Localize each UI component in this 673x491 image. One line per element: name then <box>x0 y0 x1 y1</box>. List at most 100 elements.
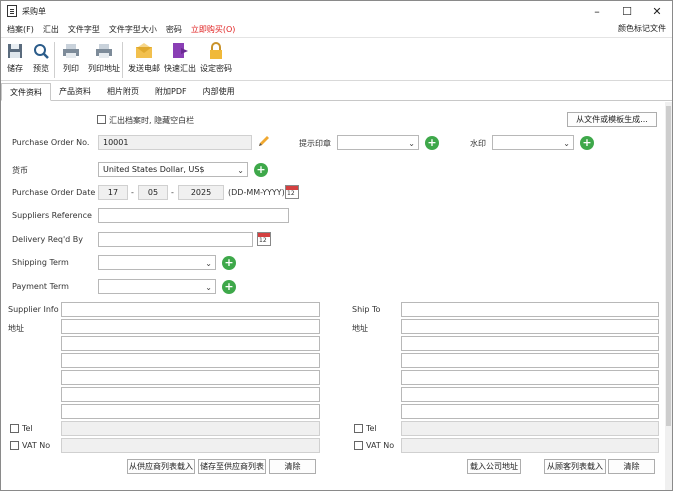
purchase-order-window: 采购单 – ☐ ✕ 档案(F) 汇出 文件字型 文件字型大小 密码 立即购买(O… <box>0 0 673 491</box>
ship-to-line-3[interactable] <box>401 336 659 351</box>
chevron-down-icon: ⌄ <box>408 139 415 148</box>
suppliers-reference-field[interactable] <box>98 208 289 223</box>
add-shipping-term-button[interactable]: + <box>222 256 236 270</box>
vertical-scrollbar[interactable] <box>665 102 672 490</box>
watermark-label: 水印 <box>470 139 486 148</box>
supplier-address-label: 地址 <box>8 324 24 333</box>
ship-to-tel-checkbox[interactable] <box>354 424 363 433</box>
print-address-button[interactable]: 列印地址 <box>88 38 120 80</box>
ship-to-vat-field[interactable] <box>401 438 659 453</box>
ship-to-line-2[interactable] <box>401 319 659 334</box>
currency-label: 货币 <box>12 166 28 175</box>
set-password-button[interactable]: 设定密码 <box>200 38 232 80</box>
menu-buy-now[interactable]: 立即购买(O) <box>191 24 236 35</box>
menu-password[interactable]: 密码 <box>166 24 182 35</box>
tab-bar: 文件资料 产品资料 相片附页 附加PDF 内部使用 <box>1 83 672 101</box>
edit-pencil-icon[interactable] <box>257 134 271 148</box>
tab-document-info[interactable]: 文件资料 <box>1 83 51 101</box>
add-currency-button[interactable]: + <box>254 163 268 177</box>
menu-color-mark[interactable]: 颜色标记文件 <box>618 23 666 34</box>
toolbar-separator <box>54 42 55 78</box>
po-date-label: Purchase Order Date <box>12 188 96 197</box>
supplier-info-line-7[interactable] <box>61 404 320 419</box>
load-from-supplier-list-button[interactable]: 从供应商列表载入 <box>127 459 195 474</box>
menu-font[interactable]: 文件字型 <box>68 24 100 35</box>
window-title: 采购单 <box>22 6 46 16</box>
delivery-label: Delivery Req'd By <box>12 235 83 244</box>
chevron-down-icon: ⌄ <box>563 139 570 148</box>
quick-export-button[interactable]: 快速汇出 <box>164 38 196 80</box>
ship-to-line-5[interactable] <box>401 370 659 385</box>
lock-icon <box>207 42 225 60</box>
save-to-supplier-list-button[interactable]: 储存至供应商列表 <box>198 459 266 474</box>
form-panel: 汇出档案时, 隐藏空白栏 从文件或模板生成... Purchase Order … <box>1 102 666 490</box>
clear-supplier-button[interactable]: 清除 <box>269 459 316 474</box>
supplier-vat-checkbox[interactable] <box>10 441 19 450</box>
delivery-date-field[interactable] <box>98 232 253 247</box>
save-button[interactable]: 储存 <box>5 38 25 80</box>
ship-to-tel-field[interactable] <box>401 421 659 436</box>
scrollbar-thumb[interactable] <box>666 106 671 426</box>
po-number-field[interactable]: 10001 <box>98 135 252 150</box>
calendar-icon[interactable]: 12 <box>257 232 271 246</box>
supplier-info-line-4[interactable] <box>61 353 320 368</box>
supplier-tel-field[interactable] <box>61 421 320 436</box>
hide-blank-checkbox[interactable] <box>97 115 106 124</box>
tab-product-info[interactable]: 产品资料 <box>51 83 99 101</box>
preview-button[interactable]: 预览 <box>31 38 51 80</box>
export-icon <box>171 42 189 60</box>
date-month-field[interactable]: 05 <box>138 185 168 200</box>
calendar-icon[interactable]: 12 <box>285 185 299 199</box>
stamp-label: 提示印章 <box>299 139 331 148</box>
menu-font-size[interactable]: 文件字型大小 <box>109 24 157 35</box>
title-bar: 采购单 – ☐ ✕ <box>1 1 672 21</box>
clear-ship-to-button[interactable]: 清除 <box>608 459 655 474</box>
supplier-info-line-1[interactable] <box>61 302 320 317</box>
supplier-info-line-2[interactable] <box>61 319 320 334</box>
supplier-tel-checkbox[interactable] <box>10 424 19 433</box>
ship-to-line-4[interactable] <box>401 353 659 368</box>
ship-to-tel-label: Tel <box>366 424 377 433</box>
date-day-field[interactable]: 17 <box>98 185 128 200</box>
date-year-field[interactable]: 2025 <box>178 185 224 200</box>
add-payment-term-button[interactable]: + <box>222 280 236 294</box>
suppliers-reference-label: Suppliers Reference <box>12 211 92 220</box>
supplier-vat-field[interactable] <box>61 438 320 453</box>
email-icon <box>135 42 153 60</box>
supplier-info-label: Supplier Info <box>8 305 59 314</box>
menu-export[interactable]: 汇出 <box>43 24 59 35</box>
shipping-term-select[interactable]: ⌄ <box>98 255 216 270</box>
add-watermark-button[interactable]: + <box>580 136 594 150</box>
generate-from-template-button[interactable]: 从文件或模板生成... <box>567 112 657 127</box>
document-icon <box>7 5 17 17</box>
supplier-info-line-6[interactable] <box>61 387 320 402</box>
menu-file[interactable]: 档案(F) <box>7 24 34 35</box>
add-stamp-button[interactable]: + <box>425 136 439 150</box>
tab-attach-pdf[interactable]: 附加PDF <box>147 83 195 101</box>
close-button[interactable]: ✕ <box>642 1 672 21</box>
toolbar: 储存 预览 列印 列印地址 发送电邮 快速汇出 设定密码 <box>1 37 672 81</box>
preview-icon <box>32 42 50 60</box>
toolbar-separator <box>122 42 123 78</box>
maximize-button[interactable]: ☐ <box>612 1 642 21</box>
print-button[interactable]: 列印 <box>61 38 81 80</box>
minimize-button[interactable]: – <box>582 1 612 21</box>
watermark-select[interactable]: ⌄ <box>492 135 574 150</box>
load-from-customer-list-button[interactable]: 从顾客列表载入 <box>544 459 606 474</box>
payment-term-select[interactable]: ⌄ <box>98 279 216 294</box>
ship-to-vat-checkbox[interactable] <box>354 441 363 450</box>
send-email-button[interactable]: 发送电邮 <box>128 38 160 80</box>
currency-select[interactable]: United States Dollar, US$ ⌄ <box>98 162 248 177</box>
ship-to-line-7[interactable] <box>401 404 659 419</box>
tab-photo-pages[interactable]: 相片附页 <box>99 83 147 101</box>
menu-bar: 档案(F) 汇出 文件字型 文件字型大小 密码 立即购买(O) 颜色标记文件 <box>1 21 672 37</box>
stamp-select[interactable]: ⌄ <box>337 135 419 150</box>
ship-to-line-1[interactable] <box>401 302 659 317</box>
date-format-label: (DD-MM-YYYY) <box>228 188 285 197</box>
supplier-info-line-3[interactable] <box>61 336 320 351</box>
ship-to-line-6[interactable] <box>401 387 659 402</box>
tab-internal-use[interactable]: 内部使用 <box>195 83 243 101</box>
date-separator: - <box>171 188 174 197</box>
supplier-info-line-5[interactable] <box>61 370 320 385</box>
load-company-address-button[interactable]: 载入公司地址 <box>467 459 521 474</box>
